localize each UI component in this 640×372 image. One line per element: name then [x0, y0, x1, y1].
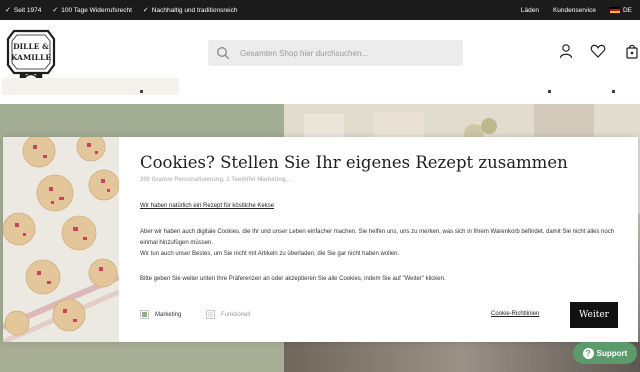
search-icon[interactable] [216, 46, 230, 60]
modal-subtitle: 200 Gramm Personalisierung, 1 Teelöffel … [140, 177, 291, 183]
marketing-label: Marketing [155, 311, 182, 318]
description-paragraph: Wir tun auch unser Bestes, um Sie nicht … [140, 251, 400, 257]
usp-item: ✓ 100 Tage Widerrufsrecht [52, 6, 132, 15]
cookies-photo [3, 137, 119, 342]
site-header: DILLE & KAMILLE 50 Gesamten Shop hier du… [0, 20, 640, 104]
check-icon: ✓ [52, 7, 59, 14]
logo-line-2: KAMILLE [11, 53, 51, 62]
description-paragraph: Aber wir haben auch digitale Cookies, di… [140, 229, 615, 246]
usp-label: Seit 1974 [13, 6, 42, 14]
customer-service-link[interactable]: Kundenservice [553, 7, 596, 14]
usp-label: 100 Tage Widerrufsrecht [61, 6, 132, 14]
cart-bag-icon[interactable] [624, 43, 640, 59]
wishlist-heart-icon[interactable] [590, 43, 606, 59]
account-icon[interactable] [558, 43, 574, 59]
marketing-checkbox[interactable] [140, 310, 149, 319]
language-label: DE [622, 6, 632, 14]
preferences-prompt: Bitte geben Sie weiter unten Ihre Präfer… [140, 276, 446, 282]
functional-option[interactable]: Funktionell [206, 310, 250, 319]
support-button[interactable]: ? Support [573, 342, 637, 364]
logo-line-1: DILLE & [13, 42, 49, 51]
nav-marker [612, 90, 615, 93]
support-label: Support [596, 348, 628, 358]
cookie-policy-link[interactable]: Cookie-Richtlinien [491, 311, 539, 317]
usp-item: ✓ Nachhaltig und traditionsreich [142, 6, 238, 15]
top-bar: ✓ Seit 1974 ✓ 100 Tage Widerrufsrecht ✓ … [0, 0, 640, 20]
search-input[interactable]: Gesamten Shop hier durchsuchen... [240, 49, 368, 58]
check-icon: ✓ [142, 7, 149, 14]
usp-label: Nachhaltig und traditionsreich [151, 6, 238, 14]
modal-description: Aber wir haben auch digitale Cookies, di… [140, 227, 630, 260]
hero-image-left-bottom [0, 342, 284, 372]
stores-link[interactable]: Läden [521, 7, 539, 14]
continue-button[interactable]: Weiter [570, 302, 618, 328]
usp-item: ✓ Seit 1974 [5, 6, 42, 15]
search-bar[interactable]: Gesamten Shop hier durchsuchen... [208, 40, 463, 66]
check-icon: ✓ [5, 7, 11, 14]
help-icon: ? [582, 347, 594, 359]
marketing-option[interactable]: Marketing [140, 310, 181, 319]
german-flag-icon [609, 7, 620, 13]
topbar-links: Läden Kundenservice DE [521, 0, 640, 20]
functional-checkbox[interactable] [206, 310, 215, 319]
language-switcher[interactable]: DE [609, 6, 632, 14]
modal-title: Cookies? Stellen Sie Ihr eigenes Rezept … [140, 153, 568, 172]
nav-marker [140, 90, 143, 93]
recipe-link[interactable]: Wir haben natürlich ein Rezept für köstl… [140, 203, 274, 209]
nav-strip [2, 78, 179, 95]
cookie-consent-modal: Cookies? Stellen Sie Ihr eigenes Rezept … [3, 137, 638, 342]
nav-marker [548, 90, 551, 93]
functional-label: Funktionell [221, 311, 251, 318]
